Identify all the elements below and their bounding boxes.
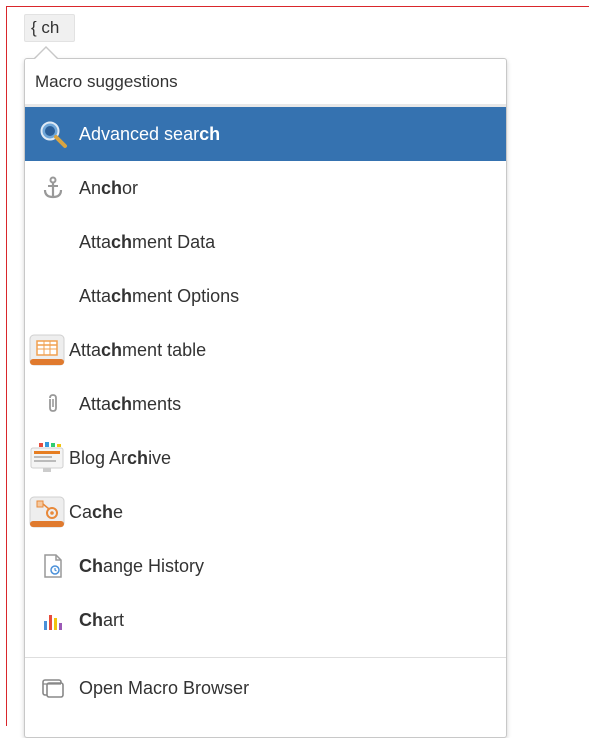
open-macro-browser-button[interactable]: Open Macro Browser (25, 658, 506, 718)
macro-browser-icon (37, 672, 69, 704)
blog-archive-icon (27, 442, 67, 474)
suggestion-label: Advanced search (79, 123, 221, 144)
anchor-icon (37, 172, 69, 204)
suggestion-attachment-data[interactable]: Attachment Data (25, 215, 506, 269)
document-history-icon (37, 550, 69, 582)
dropdown-caret-fill (35, 48, 57, 59)
open-macro-browser-label: Open Macro Browser (79, 677, 250, 698)
macro-suggestions-dropdown: Macro suggestions Advanced search Anchor… (24, 58, 507, 738)
suggestion-anchor[interactable]: Anchor (25, 161, 506, 215)
paperclip-icon (37, 388, 69, 420)
suggestion-label: Attachment Options (79, 285, 240, 306)
chart-icon (37, 604, 69, 636)
suggestion-label: Attachment table (69, 339, 207, 360)
suggestion-attachment-table[interactable]: Attachment table (25, 323, 506, 377)
suggestion-label: Blog Archive (69, 447, 172, 468)
editor-frame-top-border (6, 6, 589, 7)
magnifier-icon (37, 118, 69, 150)
suggestion-label: Chart (79, 609, 125, 630)
suggestion-cache[interactable]: Cache (25, 485, 506, 539)
suggestion-blog-archive[interactable]: Blog Archive (25, 431, 506, 485)
suggestion-attachment-options[interactable]: Attachment Options (25, 269, 506, 323)
cache-icon (25, 496, 69, 528)
suggestion-label: Anchor (79, 177, 139, 198)
suggestion-label: Change History (79, 555, 205, 576)
suggestion-attachments[interactable]: Attachments (25, 377, 506, 431)
editor-frame-left-border (6, 6, 7, 726)
suggestion-chart[interactable]: Chart (25, 593, 506, 647)
dropdown-header: Macro suggestions (25, 59, 506, 107)
suggestion-label: Cache (69, 501, 124, 522)
macro-trigger-text[interactable]: { ch (24, 14, 75, 42)
attachment-table-icon (25, 334, 69, 366)
suggestion-advanced-search[interactable]: Advanced search (25, 107, 506, 161)
suggestion-label: Attachments (79, 393, 182, 414)
suggestion-change-history[interactable]: Change History (25, 539, 506, 593)
suggestion-label: Attachment Data (79, 231, 216, 252)
